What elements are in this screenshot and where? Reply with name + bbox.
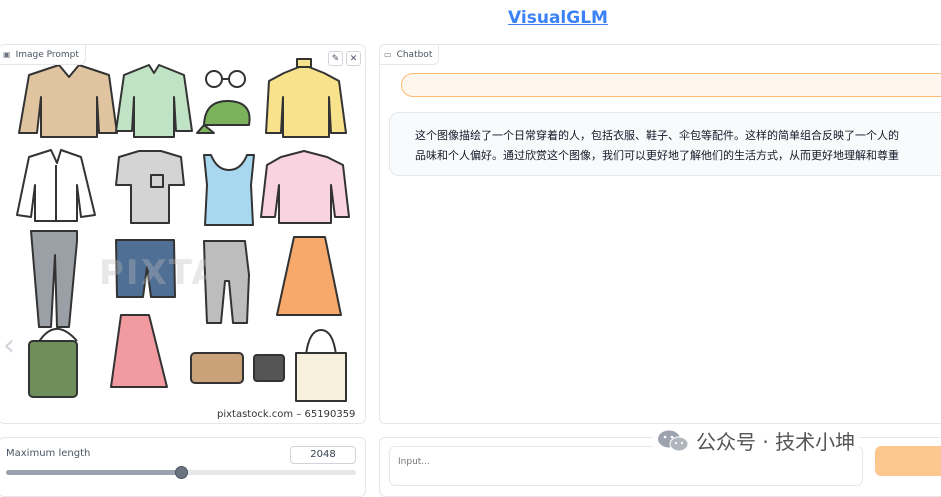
watermark-text: PIXTA [99,253,220,293]
clothing-illustration [16,58,350,402]
chatbot-label-text: Chatbot [396,49,433,60]
pencil-icon[interactable]: ✎ [328,51,343,66]
user-message-pending [401,73,941,97]
close-icon[interactable]: ✕ [346,51,361,66]
image-prompt-panel: ▣ Image Prompt ✎ ✕ PIXTA ‹ pixtastock.co… [0,44,366,424]
chevron-left-icon[interactable]: ‹ [3,328,15,363]
wechat-text: 公众号 · 技术小坤 [696,430,856,454]
slider-thumb[interactable] [175,466,188,479]
max-length-slider[interactable] [6,466,356,479]
bot-message-line: 这个图像描绘了一个日常穿着的人，包括衣服、鞋子、伞包等配件。这样的简单组合反映了… [415,129,899,142]
image-prompt-label: ▣ Image Prompt [0,45,86,65]
submit-button[interactable] [875,446,941,476]
chatbot-panel: ▭ Chatbot 这个图像描绘了一个日常穿着的人，包括衣服、鞋子、伞包等配件。… [379,44,941,424]
image-credit: pixtastock.com – 65190359 [217,409,356,420]
bot-message: 这个图像描绘了一个日常穿着的人，包括衣服、鞋子、伞包等配件。这样的简单组合反映了… [389,112,941,176]
bot-message-line: 品味和个人偏好。通过欣赏这个图像，我们可以更好地了解他们的生活方式，从而更好地理… [415,149,899,162]
wechat-watermark: 公众号 · 技术小坤 [652,424,860,457]
max-length-panel: Maximum length 2048 [0,437,366,497]
max-length-value[interactable]: 2048 [290,446,356,464]
image-prompt-label-text: Image Prompt [15,49,79,60]
max-length-label: Maximum length [6,448,91,459]
slider-fill [6,470,181,475]
chatbot-label: ▭ Chatbot [380,45,440,65]
app-title[interactable]: VisualGLM [0,8,941,28]
chat-icon: ▭ [384,50,392,59]
image-icon: ▣ [3,50,11,59]
wechat-icon [658,430,689,451]
